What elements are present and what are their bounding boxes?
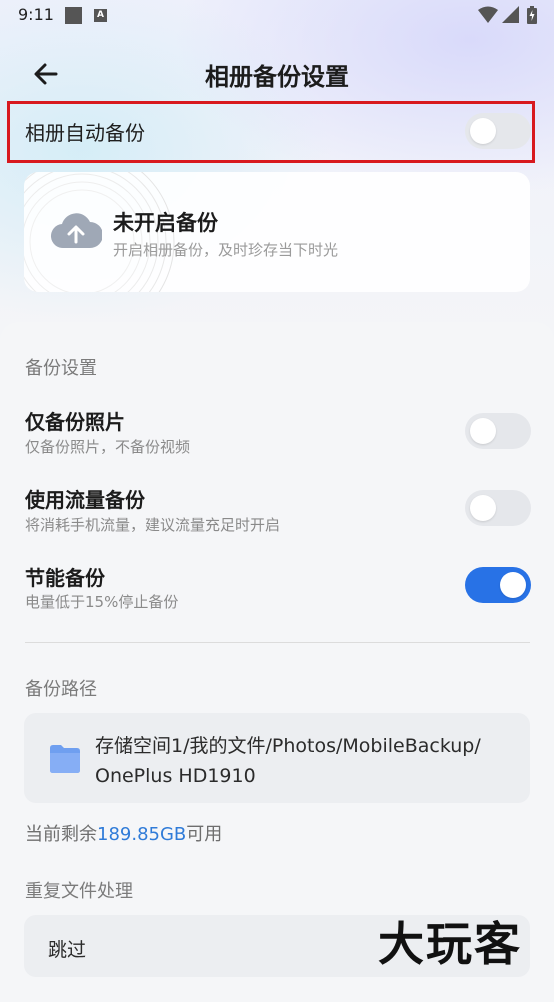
cloud-upload-icon (51, 213, 102, 249)
mobile-data-title: 使用流量备份 (25, 488, 145, 512)
signal-icon (502, 6, 519, 23)
free-space-text: 当前剩余189.85GB可用 (25, 820, 222, 846)
toggle-knob (470, 118, 496, 144)
backup-path-line2: OnePlus HD1910 (95, 765, 256, 787)
power-saving-title: 节能备份 (25, 566, 105, 590)
power-saving-subtitle: 电量低于15%停止备份 (25, 593, 179, 611)
backup-path-line1: 存储空间1/我的文件/Photos/MobileBackup/ (95, 735, 481, 757)
folder-icon (50, 745, 80, 773)
backup-path-card[interactable]: 存储空间1/我的文件/Photos/MobileBackup/ OnePlus … (24, 713, 530, 803)
photos-only-title: 仅备份照片 (25, 410, 125, 434)
battery-icon (527, 6, 537, 24)
backup-path-section-title: 备份路径 (25, 679, 97, 700)
font-badge-icon: A (94, 9, 107, 22)
toggle-knob (500, 572, 526, 598)
free-space-suffix: 可用 (186, 824, 223, 845)
backup-status-card: 未开启备份 开启相册备份，及时珍存当下时光 (24, 172, 530, 292)
toggle-knob (470, 418, 496, 444)
duplicate-handling-value: 跳过 (48, 939, 87, 961)
photos-only-subtitle: 仅备份照片，不备份视频 (25, 438, 191, 456)
notification-square-icon (65, 7, 82, 24)
duplicate-handling-section-title: 重复文件处理 (25, 881, 133, 902)
watermark-logo: 大玩客 (378, 917, 522, 971)
photos-only-toggle[interactable] (465, 413, 531, 449)
backup-settings-section-title: 备份设置 (25, 358, 97, 379)
backup-status-subtitle: 开启相册备份，及时珍存当下时光 (113, 241, 339, 259)
backup-path-text: 存储空间1/我的文件/Photos/MobileBackup/ OnePlus … (95, 731, 525, 791)
backup-status-title: 未开启备份 (113, 211, 218, 235)
section-divider (25, 642, 530, 643)
mobile-data-toggle[interactable] (465, 490, 531, 526)
mobile-data-subtitle: 将消耗手机流量，建议流量充足时开启 (25, 516, 281, 534)
page-title: 相册备份设置 (205, 63, 349, 91)
wifi-icon (478, 6, 498, 23)
free-space-value: 189.85GB (97, 824, 187, 845)
toggle-knob (470, 495, 496, 521)
auto-backup-toggle[interactable] (465, 113, 531, 149)
status-time: 9:11 (18, 5, 54, 24)
auto-backup-row[interactable]: 相册自动备份 (25, 105, 535, 157)
status-bar: 9:11 A (0, 0, 554, 32)
auto-backup-label: 相册自动备份 (25, 121, 145, 145)
app-bar: 相册备份设置 (0, 44, 554, 104)
power-saving-toggle[interactable] (465, 567, 531, 603)
free-space-prefix: 当前剩余 (25, 824, 97, 845)
